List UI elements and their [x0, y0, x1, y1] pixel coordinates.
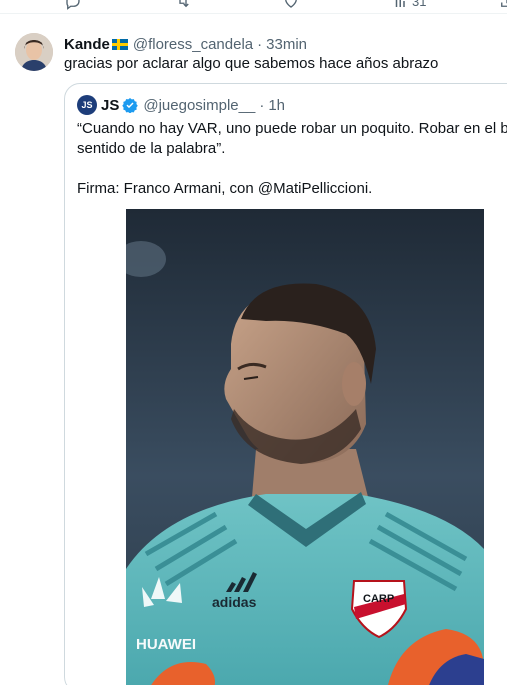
quoted-media-photo[interactable]: HUAWEI adidas CARP — [126, 209, 484, 685]
quoted-separator: · — [259, 96, 265, 114]
goalkeeper-photo: HUAWEI adidas CARP — [126, 209, 484, 685]
tweet-text: gracias por aclarar algo que sabemos hac… — [64, 55, 439, 72]
quoted-text-line: sentido de la palabra”. — [77, 140, 226, 157]
sweden-flag-icon — [111, 38, 128, 50]
quoted-tweet-header: JS JS @juegosimple__ · 1h — [77, 95, 285, 115]
verified-badge-icon — [122, 98, 139, 113]
tweet[interactable]: Kande @floress_candela · 33min gracias p… — [0, 15, 507, 685]
quoted-tweet[interactable]: JS JS @juegosimple__ · 1h “Cuando no hay… — [64, 83, 507, 685]
svg-text:adidas: adidas — [212, 594, 257, 610]
svg-text:CARP: CARP — [363, 593, 394, 605]
timestamp[interactable]: 33min — [266, 36, 307, 53]
svg-text:HUAWEI: HUAWEI — [136, 636, 196, 653]
views-count: 31 — [412, 0, 427, 9]
like-icon[interactable] — [282, 0, 300, 10]
reply-icon[interactable] — [64, 0, 82, 10]
quoted-text-line: Firma: Franco Armani, con @MatiPelliccio… — [77, 180, 373, 197]
quoted-timestamp[interactable]: 1h — [268, 97, 285, 114]
separator: · — [257, 35, 263, 53]
retweet-icon[interactable] — [174, 0, 192, 10]
quoted-avatar[interactable]: JS — [77, 95, 97, 115]
avatar[interactable] — [15, 33, 53, 71]
handle[interactable]: @floress_candela — [133, 36, 253, 53]
quoted-tweet-text: “Cuando no hay VAR, uno puede robar un p… — [77, 119, 507, 199]
previous-tweet-action-bar: 31 — [0, 0, 507, 14]
tweet-header: Kande @floress_candela · 33min — [64, 34, 307, 54]
quoted-display-name[interactable]: JS — [101, 97, 119, 114]
views-icon[interactable] — [392, 0, 410, 10]
display-name[interactable]: Kande — [64, 36, 110, 53]
share-icon[interactable] — [498, 0, 507, 10]
quoted-handle[interactable]: @juegosimple__ — [143, 97, 255, 114]
quoted-text-line: “Cuando no hay VAR, uno puede robar un p… — [77, 120, 507, 137]
